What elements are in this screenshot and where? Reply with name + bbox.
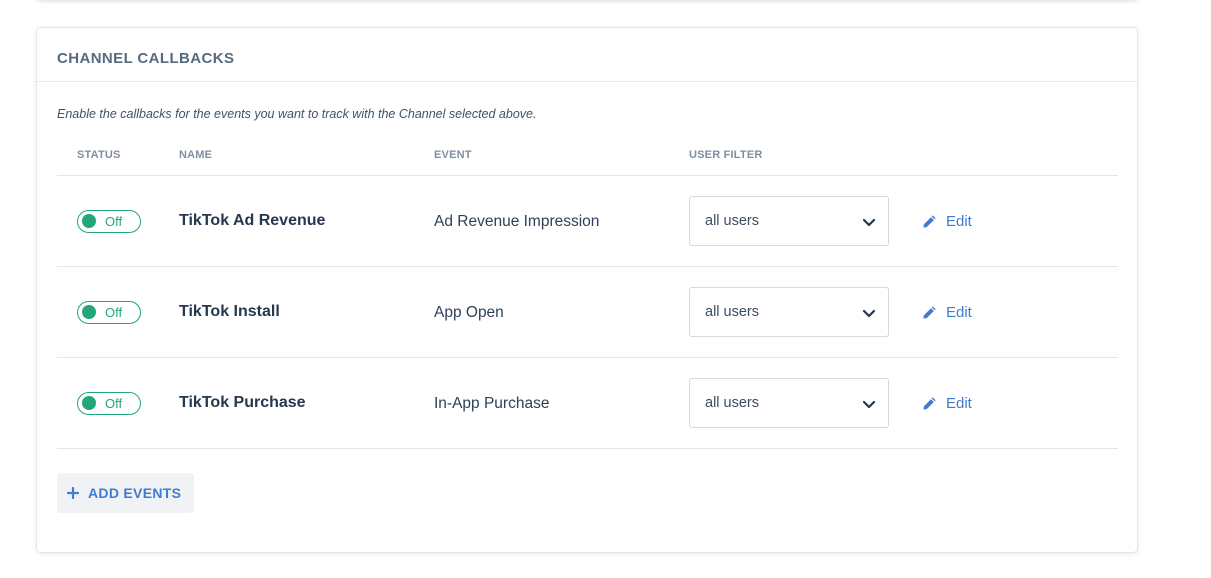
edit-label: Edit: [946, 303, 972, 321]
callbacks-table: STATUS NAME EVENT USER FILTER Off TikTok…: [57, 149, 1118, 449]
edit-button[interactable]: Edit: [922, 393, 972, 413]
add-events-button[interactable]: ADD EVENTS: [57, 473, 194, 513]
edit-label: Edit: [946, 394, 972, 412]
pencil-icon: [923, 214, 936, 228]
edit-button[interactable]: Edit: [922, 211, 972, 231]
header-event: EVENT: [434, 149, 472, 161]
callback-event: App Open: [434, 304, 504, 321]
status-toggle[interactable]: Off: [77, 301, 141, 324]
header-status: STATUS: [77, 149, 121, 161]
section-description: Enable the callbacks for the events you …: [57, 107, 537, 121]
toggle-knob: [82, 396, 96, 410]
add-events-label: ADD EVENTS: [88, 485, 182, 501]
toggle-knob: [82, 214, 96, 228]
chevron-down-icon: [862, 218, 876, 227]
section-title: CHANNEL CALLBACKS: [57, 50, 235, 67]
user-filter-select[interactable]: all users: [689, 378, 889, 428]
toggle-label: Off: [105, 305, 123, 320]
edit-label: Edit: [946, 212, 972, 230]
user-filter-value: all users: [705, 213, 759, 229]
pencil-icon: [923, 396, 936, 410]
callback-event: In-App Purchase: [434, 395, 550, 412]
chevron-down-icon: [862, 400, 876, 409]
status-toggle[interactable]: Off: [77, 392, 141, 415]
user-filter-select[interactable]: all users: [689, 196, 889, 246]
callback-name: TikTok Ad Revenue: [179, 212, 326, 229]
pencil-icon: [923, 305, 936, 319]
plus-icon: [67, 487, 79, 499]
user-filter-value: all users: [705, 304, 759, 320]
toggle-label: Off: [105, 214, 123, 229]
card-body: Enable the callbacks for the events you …: [37, 105, 1137, 513]
table-row: Off TikTok Purchase In-App Purchase all …: [57, 358, 1118, 449]
callback-name: TikTok Purchase: [179, 394, 306, 411]
user-filter-value: all users: [705, 395, 759, 411]
table-row: Off TikTok Install App Open all users Ed…: [57, 267, 1118, 358]
toggle-label: Off: [105, 396, 123, 411]
header-name: NAME: [179, 149, 213, 161]
table-header: STATUS NAME EVENT USER FILTER: [57, 149, 1118, 176]
channel-callbacks-card: CHANNEL CALLBACKS Enable the callbacks f…: [36, 27, 1138, 553]
callback-event: Ad Revenue Impression: [434, 213, 600, 230]
status-toggle[interactable]: Off: [77, 210, 141, 233]
user-filter-select[interactable]: all users: [689, 287, 889, 337]
card-header: CHANNEL CALLBACKS: [37, 28, 1137, 82]
table-row: Off TikTok Ad Revenue Ad Revenue Impress…: [57, 176, 1118, 267]
edit-button[interactable]: Edit: [922, 302, 972, 322]
toggle-knob: [82, 305, 96, 319]
chevron-down-icon: [862, 309, 876, 318]
header-user-filter: USER FILTER: [689, 149, 763, 161]
callback-name: TikTok Install: [179, 303, 280, 320]
